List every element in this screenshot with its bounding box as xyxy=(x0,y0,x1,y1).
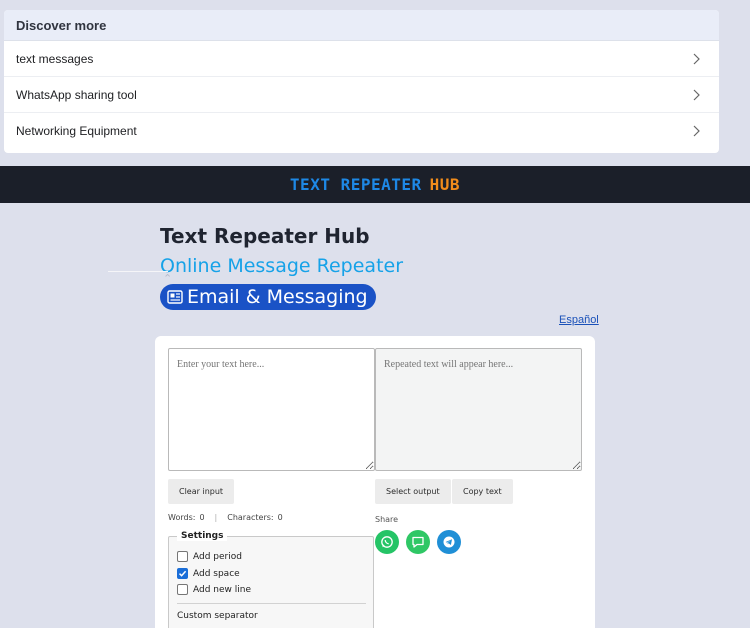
add-space-label: Add space xyxy=(193,568,240,579)
newspaper-icon xyxy=(167,290,183,304)
characters-count: 0 xyxy=(277,513,283,522)
discover-item-label: WhatsApp sharing tool xyxy=(16,87,137,102)
settings-fieldset: Settings Add period Add space Add new li… xyxy=(168,531,374,628)
brand-logo-text: TEXT REPEATER xyxy=(289,175,422,194)
repeater-panel: Clear input Select output Copy text Word… xyxy=(155,336,595,628)
characters-label: Characters: xyxy=(227,513,274,522)
message-icon xyxy=(411,535,425,549)
add-new-line-checkbox[interactable] xyxy=(177,584,188,595)
discover-more-title: Discover more xyxy=(4,10,719,41)
copy-text-button[interactable]: Copy text xyxy=(452,479,513,504)
add-space-checkbox[interactable] xyxy=(177,568,188,579)
page-title: Text Repeater Hub xyxy=(160,224,370,248)
page-subtitle: Online Message Repeater xyxy=(160,255,404,277)
share-label: Share xyxy=(375,515,399,524)
brand-header[interactable]: TEXT REPEATER HUB xyxy=(0,166,750,203)
words-count: 0 xyxy=(199,513,205,522)
add-new-line-option[interactable]: Add new line xyxy=(177,584,251,595)
share-telegram-button[interactable] xyxy=(437,530,461,554)
discover-item-label: text messages xyxy=(16,51,94,66)
add-space-option[interactable]: Add space xyxy=(177,568,240,579)
select-output-button[interactable]: Select output xyxy=(375,479,451,504)
discover-more-card: Discover more text messages WhatsApp sha… xyxy=(4,10,719,153)
discover-item-label: Networking Equipment xyxy=(16,124,137,138)
add-new-line-label: Add new line xyxy=(193,584,251,595)
share-sms-button[interactable] xyxy=(406,530,430,554)
discover-item-whatsapp-sharing-tool[interactable]: WhatsApp sharing tool xyxy=(4,77,719,113)
decorative-line xyxy=(108,271,168,272)
chevron-right-icon xyxy=(689,88,703,102)
share-whatsapp-button[interactable] xyxy=(375,530,399,554)
custom-separator-label: Custom separator xyxy=(177,611,258,621)
add-period-option[interactable]: Add period xyxy=(177,551,242,562)
settings-divider xyxy=(177,603,366,604)
chevron-right-icon xyxy=(689,124,703,138)
category-label: Email & Messaging xyxy=(187,286,368,308)
add-period-label: Add period xyxy=(193,551,242,562)
language-link-spanish[interactable]: Español xyxy=(559,314,599,326)
text-counts: Words: 0 | Characters: 0 xyxy=(168,513,283,522)
telegram-icon xyxy=(442,535,456,549)
input-textarea[interactable] xyxy=(168,348,375,471)
chevron-right-icon xyxy=(689,52,703,66)
counts-separator: | xyxy=(214,513,218,522)
clear-input-button[interactable]: Clear input xyxy=(168,479,235,504)
output-textarea[interactable] xyxy=(375,348,582,471)
discover-item-networking-equipment[interactable]: Networking Equipment xyxy=(4,113,719,149)
settings-legend: Settings xyxy=(177,531,228,541)
add-period-checkbox[interactable] xyxy=(177,551,188,562)
category-badge[interactable]: Email & Messaging xyxy=(160,284,376,310)
discover-item-text-messages[interactable]: text messages xyxy=(4,41,719,77)
brand-logo-accent: HUB xyxy=(429,175,461,194)
words-label: Words: xyxy=(168,513,196,522)
whatsapp-icon xyxy=(380,535,394,549)
caret-up-icon: ⌃ xyxy=(163,273,173,285)
